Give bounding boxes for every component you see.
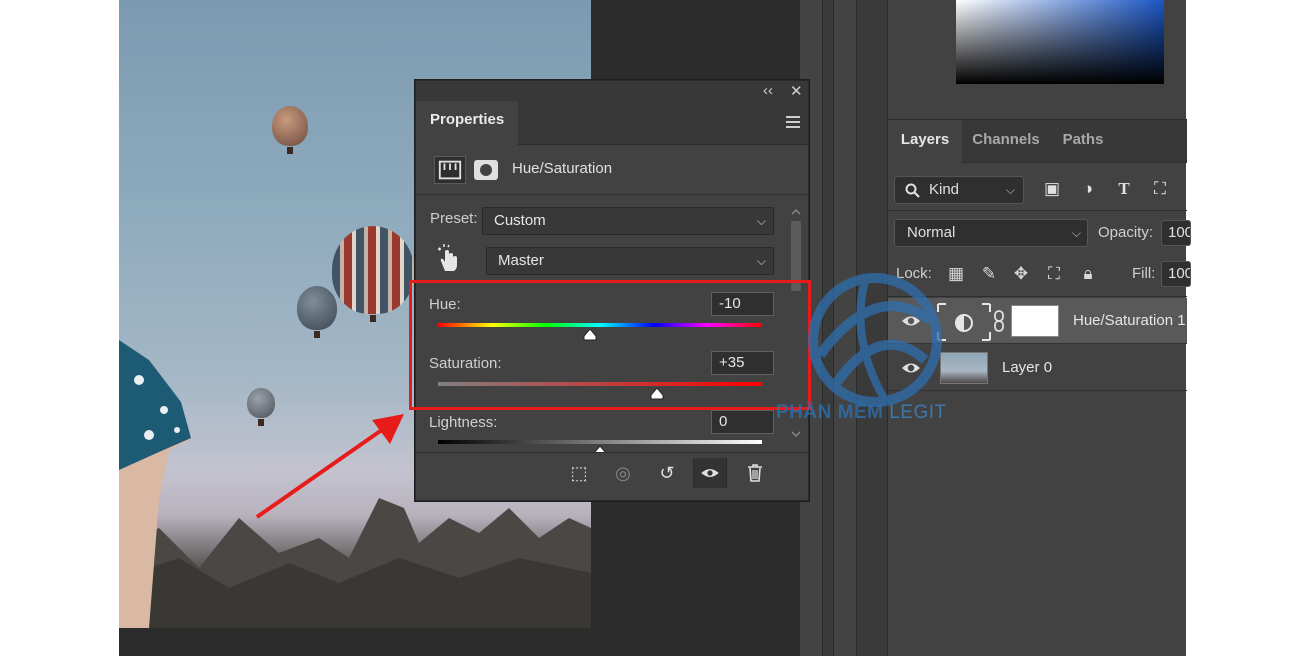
preset-label: Preset:	[430, 210, 478, 227]
tab-layers[interactable]: Layers	[888, 120, 962, 163]
lightness-slider-track[interactable]	[438, 440, 762, 444]
lock-artboard-icon[interactable]: ⛶	[1043, 263, 1065, 285]
blend-mode-select[interactable]: Normal ⌵	[894, 219, 1088, 247]
type-filter-icon[interactable]: T	[1114, 179, 1134, 199]
channel-value: Master	[498, 252, 544, 269]
shape-filter-icon[interactable]: ⛶	[1150, 179, 1170, 199]
lock-position-icon[interactable]: ✥	[1010, 263, 1032, 285]
properties-footer: ⬚ ◎ ↺	[416, 452, 808, 492]
preset-select[interactable]: Custom ⌵	[482, 207, 774, 235]
fill-input[interactable]: 100	[1161, 261, 1191, 287]
layer-name: Hue/Saturation 1	[1073, 312, 1186, 329]
filter-kind-label: Kind	[929, 181, 960, 198]
properties-tabbar: Properties	[416, 101, 808, 145]
tab-properties[interactable]: Properties	[416, 101, 518, 145]
chevron-down-icon: ⌵	[1005, 183, 1015, 197]
lightness-input[interactable]: 0	[711, 410, 774, 434]
person-image	[119, 340, 191, 628]
lock-all-icon[interactable]: 🔒︎	[1077, 263, 1099, 285]
tab-channels[interactable]: Channels	[962, 120, 1050, 163]
mask-link-icon[interactable]	[993, 310, 1005, 332]
adjustment-title: Hue/Saturation	[512, 160, 613, 177]
filter-kind-select[interactable]: Kind ⌵	[894, 176, 1024, 204]
balloon-image	[247, 388, 275, 426]
canvas-background	[119, 628, 591, 656]
view-previous-state-icon[interactable]: ◎	[606, 458, 640, 488]
chevron-down-icon: ⌵	[1071, 226, 1081, 240]
image-filter-icon[interactable]: ▣	[1042, 179, 1062, 199]
layer-filter-row: Kind ⌵ ▣ ◑ T ⛶	[888, 172, 1187, 208]
balloon-image	[297, 286, 337, 338]
adjustment-icon[interactable]	[434, 156, 466, 184]
channel-select[interactable]: Master ⌵	[486, 247, 774, 275]
targeted-adjustment-hand-icon[interactable]	[436, 243, 462, 273]
balloon-image	[272, 106, 308, 154]
chevron-down-icon: ⌵	[756, 214, 766, 228]
watermark-text-light: LEGIT	[889, 402, 947, 423]
mask-icon[interactable]	[473, 158, 499, 182]
preset-value: Custom	[494, 212, 546, 229]
panel-title-bar[interactable]: ‹‹ ✕	[416, 81, 808, 101]
fill-label: Fill:	[1132, 265, 1156, 282]
balloon-image	[332, 226, 414, 322]
chevron-down-icon: ⌵	[756, 254, 766, 268]
panel-menu-icon[interactable]	[786, 116, 800, 128]
watermark-text: PHẦN MỀM LEGIT	[776, 402, 947, 424]
highlight-box	[409, 280, 811, 410]
layer-name: Layer 0	[1002, 359, 1053, 376]
search-icon	[905, 183, 920, 198]
opacity-label: Opacity:	[1098, 224, 1154, 241]
reset-icon[interactable]: ↺	[650, 458, 684, 488]
lock-image-pixels-icon[interactable]: ✎	[978, 263, 1000, 285]
color-picker-field[interactable]	[956, 0, 1164, 84]
collapse-icon[interactable]: ‹‹	[763, 82, 773, 99]
opacity-input[interactable]: 100	[1161, 220, 1191, 246]
clip-to-layer-icon[interactable]: ⬚	[562, 458, 596, 488]
visibility-eye-icon[interactable]	[693, 458, 727, 488]
delete-icon[interactable]	[738, 458, 772, 488]
adjustment-header: Hue/Saturation	[416, 145, 808, 195]
watermark-text-bold: PHẦN MỀM	[776, 402, 884, 423]
tab-paths[interactable]: Paths	[1050, 120, 1116, 163]
layer-mask-thumbnail[interactable]	[1011, 305, 1059, 337]
blend-mode-value: Normal	[907, 224, 956, 241]
close-icon[interactable]: ✕	[790, 82, 803, 100]
layers-tabbar: Layers Channels Paths	[888, 119, 1187, 163]
adjustment-filter-icon[interactable]: ◑	[1078, 179, 1098, 199]
lightness-label: Lightness:	[429, 414, 498, 431]
divider	[888, 210, 1187, 211]
